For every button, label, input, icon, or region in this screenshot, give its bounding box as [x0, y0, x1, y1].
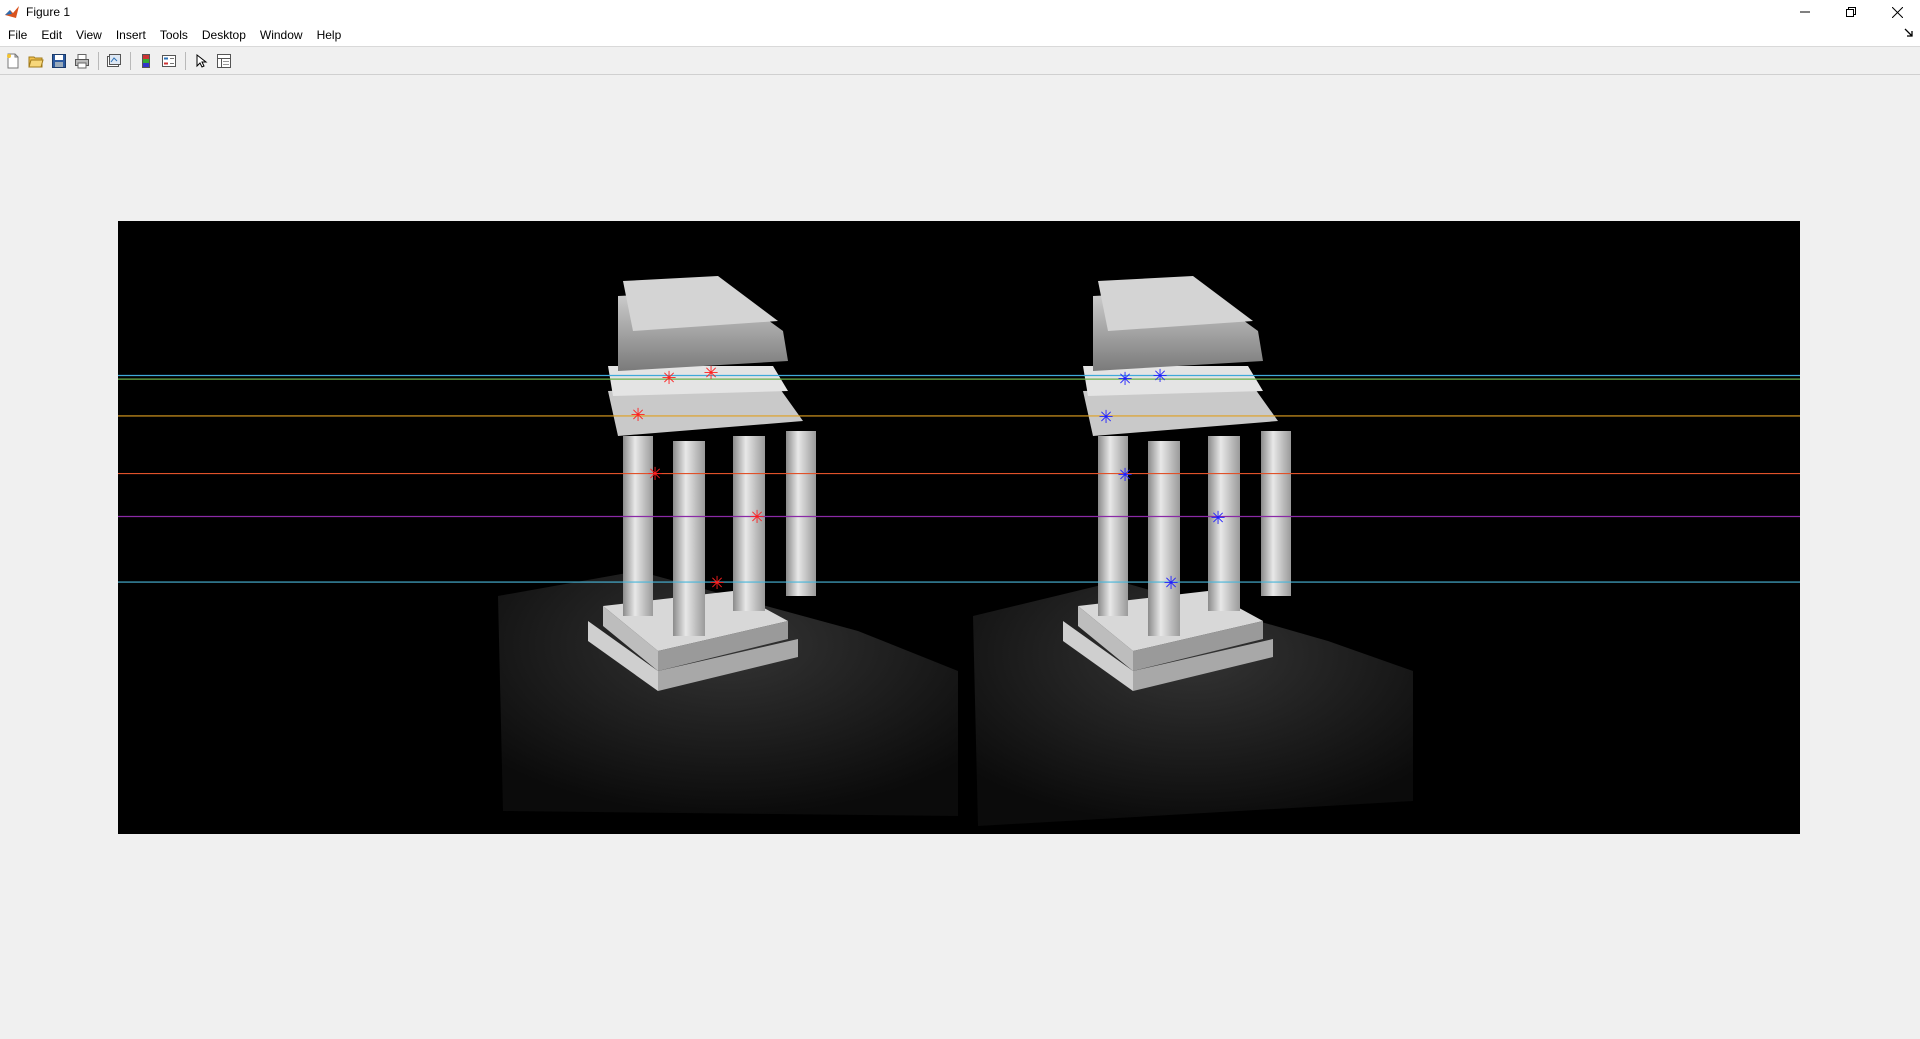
save-figure-icon	[52, 53, 66, 68]
insert-legend-button[interactable]	[158, 50, 180, 72]
property-inspector-button[interactable]	[213, 50, 235, 72]
right-point-marker: ✳	[1117, 465, 1132, 486]
menu-bar: File Edit View Insert Tools Desktop Wind…	[0, 24, 1920, 47]
right-point-marker: ✳	[1163, 573, 1178, 594]
figure-window: Figure 1 File Edit View Insert Tools Des…	[0, 0, 1920, 1039]
left-point-marker: ✳	[709, 573, 724, 594]
window-title: Figure 1	[26, 5, 71, 19]
right-point-marker: ✳	[1117, 369, 1132, 390]
menu-insert[interactable]: Insert	[109, 24, 153, 46]
image-axes[interactable]: ✳ ✳ ✳ ✳ ✳ ✳ ✳ ✳ ✳ ✳ ✳ ✳	[118, 221, 1800, 834]
link-plot-button[interactable]	[103, 50, 125, 72]
left-point-marker: ✳	[647, 464, 662, 485]
insert-colorbar-icon	[142, 53, 150, 68]
figure-canvas: ✳ ✳ ✳ ✳ ✳ ✳ ✳ ✳ ✳ ✳ ✳ ✳	[0, 75, 1920, 1039]
new-figure-button[interactable]	[2, 50, 24, 72]
menu-file[interactable]: File	[0, 24, 34, 46]
minimize-button[interactable]	[1782, 0, 1828, 24]
restore-icon	[1846, 7, 1856, 17]
menu-window[interactable]: Window	[253, 24, 310, 46]
toolbar-separator	[185, 51, 186, 70]
stereo-image: ✳ ✳ ✳ ✳ ✳ ✳ ✳ ✳ ✳ ✳ ✳ ✳	[118, 221, 1800, 834]
left-point-marker: ✳	[630, 405, 645, 426]
restore-button[interactable]	[1828, 0, 1874, 24]
new-figure-icon	[7, 53, 19, 68]
left-point-marker: ✳	[703, 363, 718, 384]
print-figure-icon	[75, 53, 89, 68]
window-controls	[1782, 0, 1920, 24]
open-file-icon	[28, 56, 44, 67]
dock-arrow-icon[interactable]	[1904, 28, 1914, 38]
left-point-marker: ✳	[661, 368, 676, 389]
toolbar-separator	[130, 51, 131, 70]
menu-help[interactable]: Help	[310, 24, 349, 46]
matlab-icon	[5, 6, 19, 18]
close-icon	[1891, 6, 1903, 18]
print-figure-button[interactable]	[71, 50, 93, 72]
toolbar-separator	[98, 51, 99, 70]
left-point-marker: ✳	[749, 507, 764, 528]
right-point-marker: ✳	[1210, 508, 1225, 529]
close-button[interactable]	[1874, 0, 1920, 24]
edit-plot-icon	[196, 53, 208, 68]
link-plot-icon	[107, 53, 121, 67]
menu-view[interactable]: View	[69, 24, 109, 46]
minimize-icon	[1800, 11, 1810, 13]
property-inspector-icon	[217, 53, 231, 68]
insert-colorbar-button[interactable]	[135, 50, 157, 72]
figure-toolbar	[0, 47, 1920, 75]
save-figure-button[interactable]	[48, 50, 70, 72]
edit-plot-button[interactable]	[190, 50, 212, 72]
menu-tools[interactable]: Tools	[153, 24, 195, 46]
right-point-marker: ✳	[1098, 407, 1113, 428]
insert-legend-icon	[162, 54, 176, 67]
menu-desktop[interactable]: Desktop	[195, 24, 253, 46]
title-bar: Figure 1	[0, 0, 1920, 24]
menu-edit[interactable]: Edit	[34, 24, 69, 46]
right-point-marker: ✳	[1152, 366, 1167, 387]
open-file-button[interactable]	[25, 50, 47, 72]
